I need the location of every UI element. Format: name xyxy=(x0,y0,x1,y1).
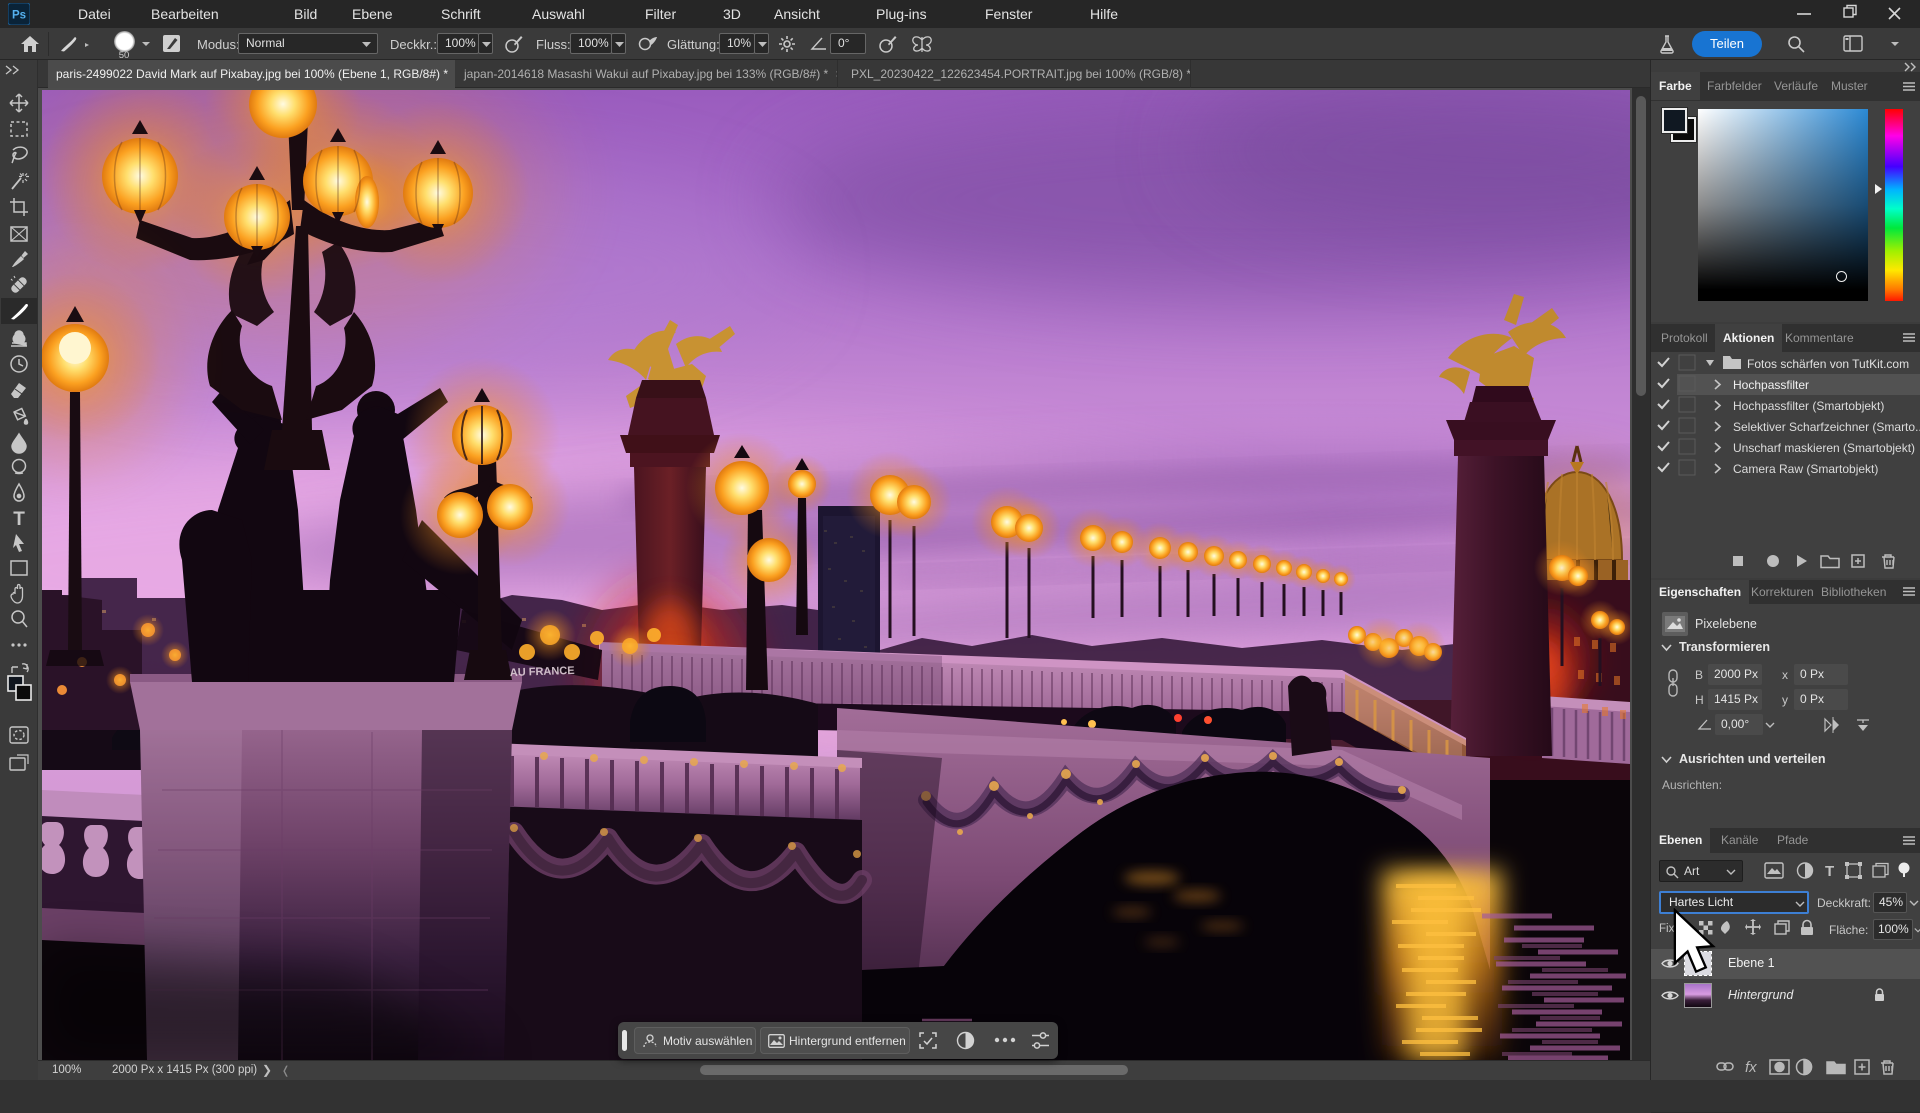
svg-text:fx: fx xyxy=(1745,1059,1757,1076)
svg-text:Ps: Ps xyxy=(12,10,26,22)
svg-text:AU FRANCE: AU FRANCE xyxy=(510,665,575,679)
svg-text:T: T xyxy=(1825,863,1834,880)
svg-text:T: T xyxy=(13,509,25,530)
